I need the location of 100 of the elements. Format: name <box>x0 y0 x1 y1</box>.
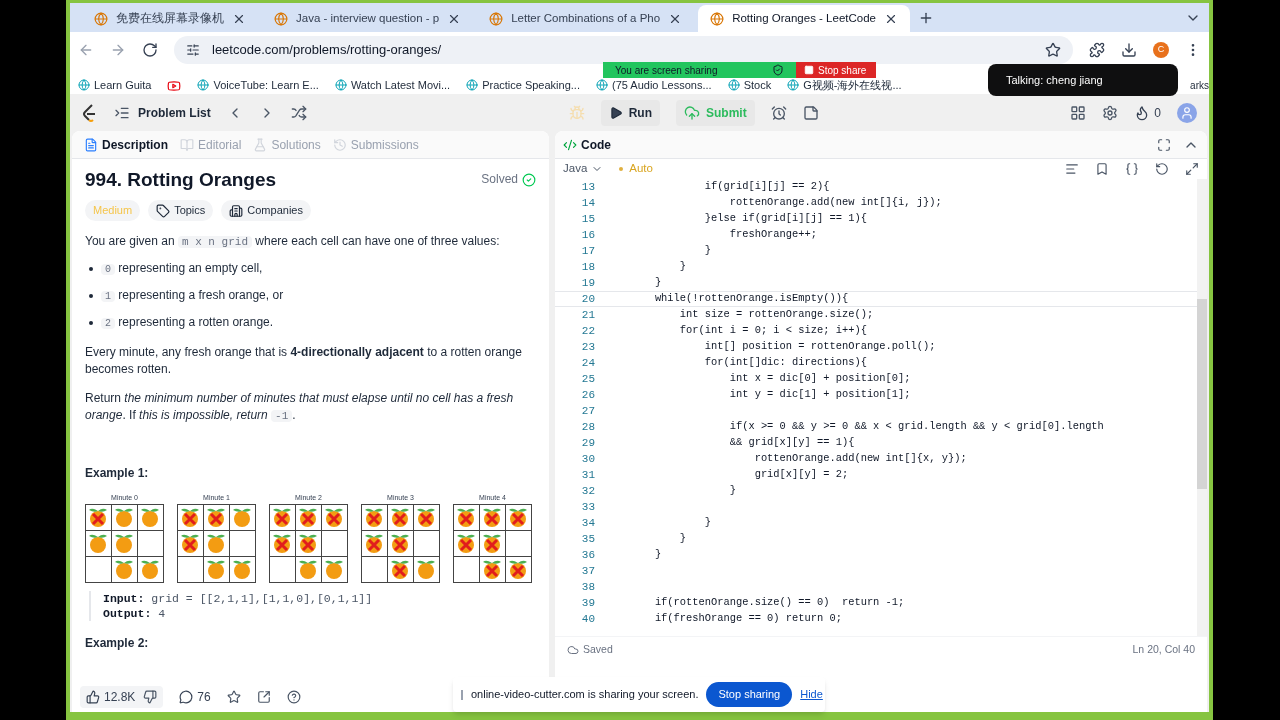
globe-icon <box>466 78 479 91</box>
language-dropdown[interactable]: Java <box>563 160 604 178</box>
share-icon[interactable] <box>256 690 271 704</box>
globe-icon <box>710 11 725 26</box>
comments-button[interactable]: 76 <box>179 688 211 706</box>
globe-icon <box>595 78 608 91</box>
code-line: int size = rottenOrange.size(); <box>678 307 874 323</box>
new-tab-icon[interactable] <box>918 10 934 26</box>
code-line: for(int i = 0; i < size; i++){ <box>678 323 867 339</box>
globe-icon <box>78 78 90 91</box>
code-line: && grid[x][y] == 1){ <box>728 435 855 451</box>
cursor-position: Ln 20, Col 40 <box>1132 642 1195 658</box>
code-line: } <box>728 483 736 499</box>
code-line: } <box>653 275 662 291</box>
rule-paragraph: Every minute, any fresh orange that is 4-directionally adjacent to a rotten orange becomes rotten. <box>85 344 523 378</box>
code-line: } <box>703 243 711 259</box>
note-icon[interactable] <box>802 104 819 121</box>
download-icon[interactable] <box>1121 42 1137 58</box>
problem-list-button[interactable]: Problem List <box>114 103 211 122</box>
favorite-icon[interactable] <box>226 690 241 704</box>
code-line: rottenOrange.add(new int[]{x, y}); <box>753 451 967 467</box>
alarm-clock-icon[interactable] <box>770 104 787 121</box>
panel-tab[interactable]: Description <box>84 135 168 154</box>
tag-icon <box>156 203 171 218</box>
bookmark-link[interactable]: G视频-海外在线视... <box>803 76 902 93</box>
extensions-icon[interactable] <box>1089 42 1105 58</box>
stop-share-button[interactable]: Stop share <box>796 62 876 78</box>
example-heading: Example 2: <box>85 635 150 652</box>
globe-icon <box>787 78 800 91</box>
play-icon <box>608 105 623 120</box>
reload-icon[interactable] <box>142 42 158 58</box>
globe-icon <box>274 11 288 26</box>
drag-handle-icon[interactable] <box>461 689 463 700</box>
line-number: 29 <box>580 435 595 451</box>
line-number: 39 <box>580 595 595 611</box>
line-number: 24 <box>580 355 595 371</box>
globe-icon <box>334 78 347 91</box>
saved-status: Saved <box>583 642 613 658</box>
bookmark-link[interactable]: arks <box>1190 78 1209 93</box>
tag-button[interactable]: Topics <box>148 200 214 221</box>
code-line: } <box>703 515 711 531</box>
code-line: int y = dic[1] + position[1]; <box>728 387 911 403</box>
code-line: grid[x][y] = 2; <box>753 467 849 483</box>
line-number: 34 <box>580 515 595 531</box>
problem-title: 994. Rotting Oranges <box>85 171 277 188</box>
sharing-banner-text: You are screen sharing <box>615 63 718 78</box>
line-number: 36 <box>580 547 595 563</box>
code-line: } <box>653 547 662 563</box>
shield-icon <box>772 64 784 76</box>
browser-tab[interactable]: 免费在线屏幕录像机 <box>82 5 258 32</box>
bookmark-link[interactable]: Practice Speaking... <box>482 76 580 93</box>
reset-icon[interactable] <box>1155 162 1169 176</box>
layout-icon[interactable] <box>1070 104 1087 121</box>
code-line: rottenOrange.add(new int[]{i, j}); <box>728 195 942 211</box>
code-line: for(int[]dic: directions){ <box>703 355 867 371</box>
tag-button[interactable]: Companies <box>221 200 311 221</box>
intro-paragraph: You are given an m x n grid where each cell can have one of three values: <box>85 233 501 250</box>
example-output: Input: grid = [[2,1,1],[1,1,0],[0,1,1]] Output: 4 <box>89 591 536 621</box>
help-icon[interactable] <box>286 690 301 704</box>
bookmark-icon[interactable] <box>1095 162 1109 176</box>
braces-icon[interactable] <box>1125 162 1139 176</box>
bookmark-link[interactable]: Learn Guita <box>94 76 152 93</box>
fullscreen-icon[interactable] <box>1157 137 1171 152</box>
browser-tab[interactable]: Letter Combinations of a Pho <box>477 5 695 32</box>
solved-status: Solved <box>481 171 518 188</box>
bookmark-link[interactable]: VoiceTube: Learn E... <box>213 76 319 93</box>
line-number: 26 <box>580 387 595 403</box>
shuffle-icon[interactable] <box>290 104 307 121</box>
line-number: 25 <box>580 371 595 387</box>
bookmark-link[interactable]: Stock <box>743 76 772 93</box>
line-number: 27 <box>580 403 595 419</box>
logo-icon[interactable] <box>82 103 98 122</box>
video-icon[interactable] <box>167 79 182 93</box>
bullet-item: 2 representing a rotten orange. <box>101 314 274 332</box>
address-bar[interactable]: leetcode.com/problems/rotting-oranges/ <box>174 36 1073 64</box>
line-number: 16 <box>580 227 595 243</box>
line-number: 32 <box>580 483 595 499</box>
format-icon[interactable] <box>1065 162 1079 176</box>
upload-icon <box>684 104 700 121</box>
settings-icon[interactable] <box>1102 104 1119 121</box>
cloud-icon <box>567 644 579 656</box>
browser-tab[interactable]: Rotting Oranges - LeetCode <box>698 5 910 32</box>
comment-icon <box>179 690 194 704</box>
stop-icon <box>804 65 814 75</box>
browser-tab[interactable]: Java - interview question - p <box>262 5 474 32</box>
bullet-icon <box>89 321 93 325</box>
expand-icon[interactable] <box>1185 162 1199 176</box>
panel-title: Code <box>581 136 611 154</box>
code-line: int x = dic[0] + position[0]; <box>728 371 911 387</box>
stop-sharing-button[interactable]: Stop sharing <box>706 682 793 707</box>
bookmark-link[interactable]: (75 Audio Lessons... <box>611 76 712 93</box>
code-icon <box>563 137 577 152</box>
site-info-icon[interactable] <box>186 43 200 57</box>
hide-link[interactable]: Hide <box>800 686 823 703</box>
streak-counter[interactable]: 0 <box>1134 103 1161 122</box>
dislike-icon[interactable] <box>143 690 158 704</box>
run-button[interactable]: Run <box>600 99 660 126</box>
scrollbar-thumb[interactable] <box>1197 299 1207 489</box>
bookmark-star-icon[interactable] <box>1045 42 1061 58</box>
bookmark-link[interactable]: Watch Latest Movi... <box>350 76 451 93</box>
